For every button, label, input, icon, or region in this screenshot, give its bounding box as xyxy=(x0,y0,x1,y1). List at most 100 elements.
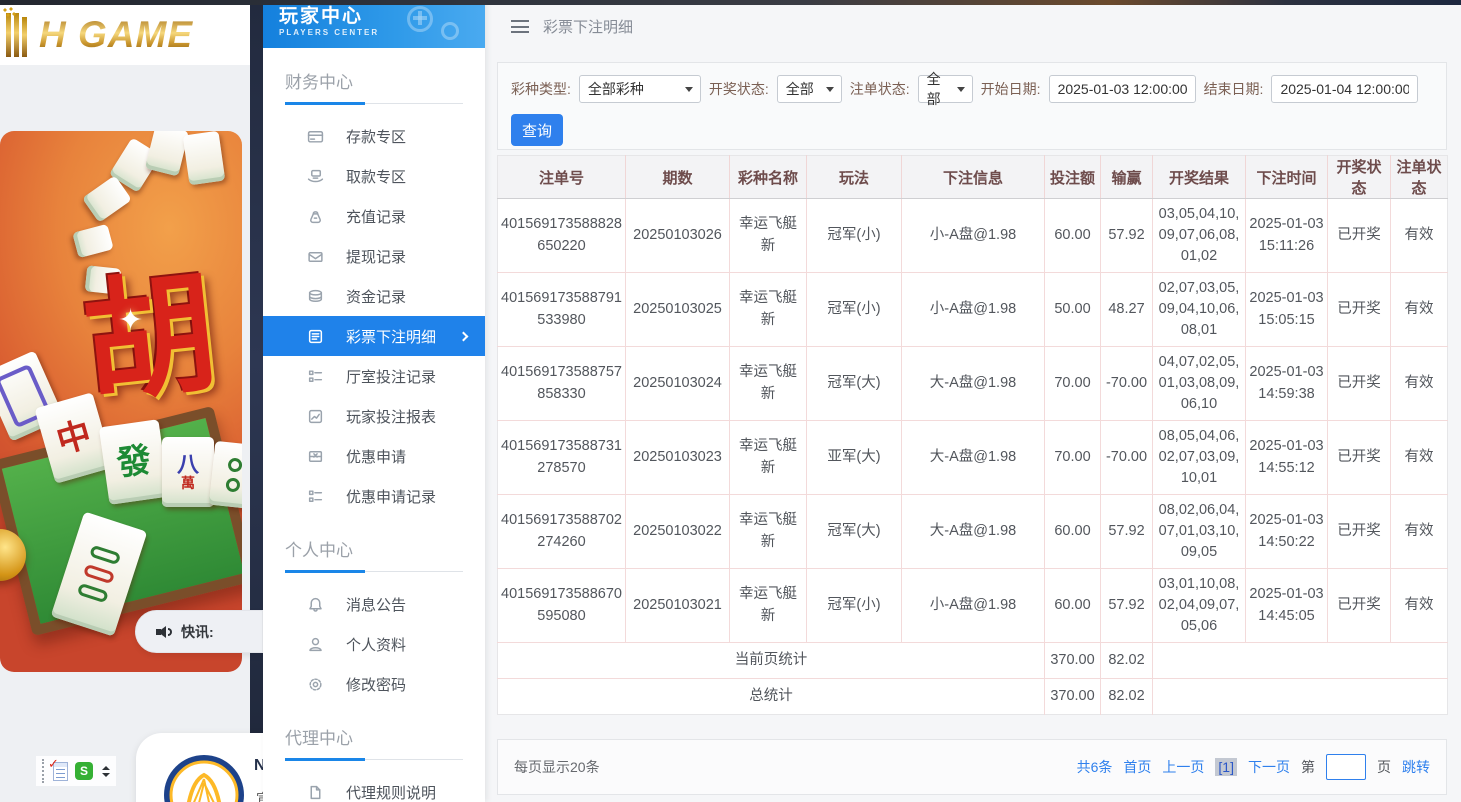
lottery-type-select[interactable]: 全部彩种 xyxy=(579,75,701,103)
gear-icon xyxy=(307,676,324,693)
sidebar-item-label: 取款专区 xyxy=(346,166,406,187)
widget-collapse-arrows[interactable] xyxy=(102,766,110,777)
table-row: 40156917358867059508020250103021幸运飞艇新冠军(… xyxy=(498,569,1448,643)
sidebar-item-chart-report[interactable]: 玩家投注报表 xyxy=(263,396,485,436)
next-page-link[interactable]: 下一页 xyxy=(1248,757,1290,777)
sidebar-item-label: 资金记录 xyxy=(346,286,406,307)
chart-report-icon xyxy=(307,408,324,425)
money-bag-icon xyxy=(307,208,324,225)
table-row: 40156917358882865022020250103026幸运飞艇新冠军(… xyxy=(498,199,1448,273)
table-cell: 20250103026 xyxy=(626,199,730,273)
table-cell: 08,02,06,04,07,01,03,10,09,05 xyxy=(1153,495,1246,569)
sidebar-item-bell[interactable]: 消息公告 xyxy=(263,584,485,624)
start-date-label: 开始日期: xyxy=(981,79,1041,99)
person-icon xyxy=(307,636,324,653)
ticket-icon xyxy=(307,448,324,465)
sidebar-item-detail-doc[interactable]: 彩票下注明细 xyxy=(263,316,485,356)
table-cell: 亚军(大) xyxy=(807,421,902,495)
table-cell: 冠军(小) xyxy=(807,569,902,643)
column-header: 彩种名称 xyxy=(730,156,807,199)
column-header: 注单号 xyxy=(498,156,626,199)
coin-stack-icon xyxy=(307,288,324,305)
main-header: 彩票下注明细 xyxy=(485,5,1461,48)
sidebar-item-ticket[interactable]: 优惠申请 xyxy=(263,436,485,476)
table-footer: 每页显示20条 共6条 首页 上一页 [1] 下一页 第 页 跳转 xyxy=(497,739,1447,795)
sidebar-item-list[interactable]: 厅室投注记录 xyxy=(263,356,485,396)
start-date-input[interactable] xyxy=(1049,75,1196,103)
table-cell: 冠军(大) xyxy=(807,495,902,569)
table-cell: 401569173588828650220 xyxy=(498,199,626,273)
table-cell: 已开奖 xyxy=(1328,199,1391,273)
main-content: 彩票下注明细 彩种类型: 全部彩种 开奖状态: 全部 注单状态: 全部 开始日期… xyxy=(485,5,1461,802)
pagination: 共6条 首页 上一页 [1] 下一页 第 页 跳转 xyxy=(1077,754,1430,780)
summary-row: 当前页统计370.0082.02 xyxy=(498,643,1448,679)
table-cell: 大-A盘@1.98 xyxy=(902,421,1045,495)
jump-prefix-label: 第 xyxy=(1301,757,1315,777)
sidebar-section-title: 代理中心 xyxy=(285,724,463,749)
sidebar-item-list[interactable]: 优惠申请记录 xyxy=(263,476,485,516)
sidebar-item-label: 存款专区 xyxy=(346,126,406,147)
sidebar-section-title: 财务中心 xyxy=(285,68,463,93)
table-row: 40156917358870227426020250103022幸运飞艇新冠军(… xyxy=(498,495,1448,569)
table-cell: 03,05,04,10,09,07,06,08,01,02 xyxy=(1153,199,1246,273)
end-date-input[interactable] xyxy=(1271,75,1418,103)
table-cell: 幸运飞艇新 xyxy=(730,495,807,569)
table-cell: 57.92 xyxy=(1101,199,1153,273)
warriors-logo-icon xyxy=(162,753,246,802)
draw-status-select[interactable]: 全部 xyxy=(777,75,842,103)
sidebar-item-deposit-card[interactable]: 存款专区 xyxy=(263,116,485,156)
table-cell: 有效 xyxy=(1391,569,1448,643)
column-header: 期数 xyxy=(626,156,730,199)
table-cell: 已开奖 xyxy=(1328,347,1391,421)
table-cell: 08,05,04,06,02,07,03,09,10,01 xyxy=(1153,421,1246,495)
sidebar-item-person[interactable]: 个人资料 xyxy=(263,624,485,664)
envelope-coin-icon xyxy=(307,248,324,265)
jump-page-input[interactable] xyxy=(1326,754,1366,780)
first-page-link[interactable]: 首页 xyxy=(1123,757,1151,777)
table-cell: 2025-01-03 15:11:26 xyxy=(1246,199,1328,273)
sidebar-item-label: 彩票下注明细 xyxy=(346,326,436,347)
promo-hu-character: 胡 xyxy=(77,266,222,411)
table-row: 40156917358873127857020250103023幸运飞艇新亚军(… xyxy=(498,421,1448,495)
sidebar-item-label: 个人资料 xyxy=(346,634,406,655)
s-app-icon[interactable]: S xyxy=(75,762,93,780)
dark-edge-strip xyxy=(250,0,263,802)
summary-bet-total: 370.00 xyxy=(1045,679,1101,715)
order-status-select[interactable]: 全部 xyxy=(918,75,973,103)
sparkle-icon: ✦ xyxy=(118,303,143,338)
prev-page-link[interactable]: 上一页 xyxy=(1162,757,1204,777)
sidebar-item-money-bag[interactable]: 充值记录 xyxy=(263,196,485,236)
table-cell: -70.00 xyxy=(1101,421,1153,495)
table-cell: 2025-01-03 14:59:38 xyxy=(1246,347,1328,421)
sidebar-item-withdraw-hand[interactable]: 取款专区 xyxy=(263,156,485,196)
table-cell: 有效 xyxy=(1391,421,1448,495)
table-cell: 20250103022 xyxy=(626,495,730,569)
sidebar-item-label: 修改密码 xyxy=(346,674,406,695)
table-cell: 70.00 xyxy=(1045,421,1101,495)
summary-empty xyxy=(1153,643,1448,679)
query-button[interactable]: 查询 xyxy=(511,114,563,146)
sidebar-item-label: 优惠申请 xyxy=(346,446,406,467)
sidebar-item-coin-stack[interactable]: 资金记录 xyxy=(263,276,485,316)
background-page-region: H GAME 中 發 八萬 胡 ✦ 快讯: NE 宣 xyxy=(0,0,263,802)
list-icon xyxy=(307,488,324,505)
table-cell: 大-A盘@1.98 xyxy=(902,495,1045,569)
list-icon xyxy=(307,368,324,385)
widget-grip-handle[interactable] xyxy=(42,759,46,783)
table-cell: 冠军(小) xyxy=(807,199,902,273)
table-cell: 有效 xyxy=(1391,495,1448,569)
sidebar-item-file[interactable]: 代理规则说明 xyxy=(263,772,485,802)
table-cell: 401569173588731278570 xyxy=(498,421,626,495)
sidebar-item-gear[interactable]: 修改密码 xyxy=(263,664,485,704)
notes-doc-icon[interactable] xyxy=(53,762,68,781)
mahjong-promo-banner: 中 發 八萬 胡 ✦ xyxy=(0,131,242,672)
table-cell: 幸运飞艇新 xyxy=(730,421,807,495)
sidebar-item-envelope-coin[interactable]: 提现记录 xyxy=(263,236,485,276)
table-cell: 已开奖 xyxy=(1328,495,1391,569)
hamburger-menu-icon[interactable] xyxy=(511,20,529,33)
current-page-indicator[interactable]: [1] xyxy=(1215,758,1237,776)
table-cell: 60.00 xyxy=(1045,495,1101,569)
table-cell: 60.00 xyxy=(1045,199,1101,273)
jump-action-link[interactable]: 跳转 xyxy=(1402,757,1430,777)
browser-widget-toolbar: S xyxy=(36,756,116,786)
